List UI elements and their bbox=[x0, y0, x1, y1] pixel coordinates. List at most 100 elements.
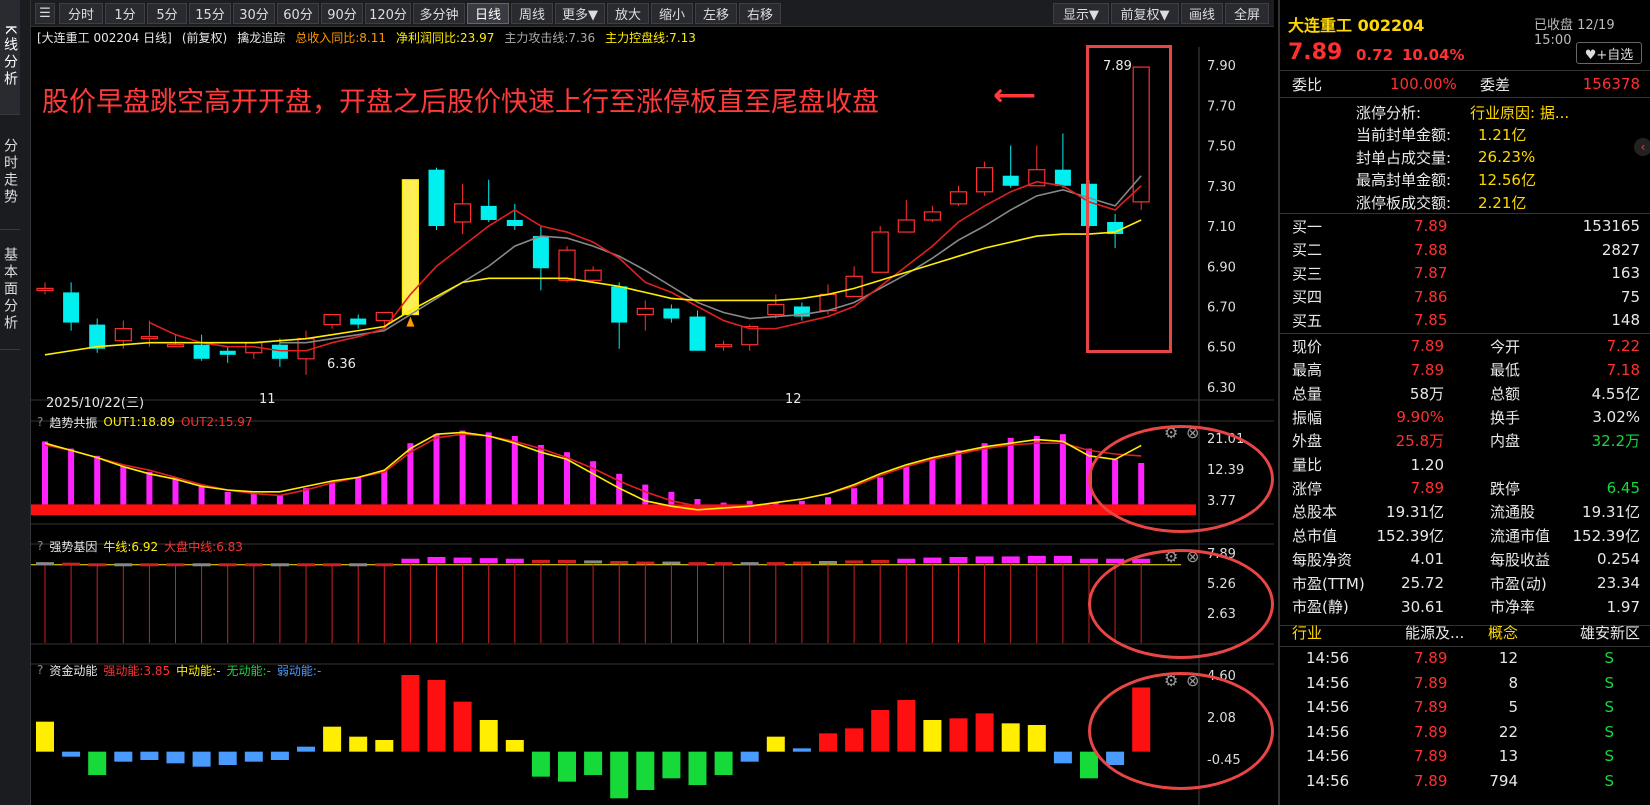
momentum-bar bbox=[375, 740, 394, 752]
stat-value: 7.89 bbox=[1410, 479, 1444, 498]
sidebar-item-kline[interactable]: K线分析 bbox=[0, 0, 20, 115]
limit-row: 最高封单金额: 12.56亿 bbox=[1280, 168, 1650, 192]
left-sidebar: K线分析 分时走势 基本面分析 bbox=[0, 0, 31, 805]
stat-row: 涨停 7.89 跌停 6.45 bbox=[1280, 476, 1650, 500]
stat-label: 涨停 bbox=[1292, 479, 1323, 498]
momentum-bar bbox=[479, 720, 498, 752]
stat-value: 32.2万 bbox=[1591, 432, 1640, 451]
panel3-name: 资金动能 bbox=[49, 663, 98, 678]
tick-side: S bbox=[1604, 673, 1614, 692]
limit-value: 2.21亿 bbox=[1478, 193, 1527, 212]
sidebar-item-intraday[interactable]: 分时走势 bbox=[0, 115, 20, 230]
btn-left[interactable]: 左移 bbox=[695, 3, 737, 24]
gene-block bbox=[62, 562, 81, 566]
help-icon[interactable]: ? bbox=[37, 663, 43, 677]
limit-row: 封单占成交量: 26.23% bbox=[1280, 145, 1650, 169]
stat-label: 市盈(静) bbox=[1292, 598, 1349, 617]
candle-body bbox=[975, 167, 994, 193]
stock-title: [大连重工 002204 日线] bbox=[37, 30, 172, 45]
adjust-mode: (前复权) bbox=[181, 30, 228, 45]
btn-fullscreen[interactable]: 全屏 bbox=[1225, 3, 1269, 24]
help-icon[interactable]: ? bbox=[37, 415, 43, 429]
btn-adjust[interactable]: 前复权▼ bbox=[1111, 3, 1179, 24]
high-price-label: 7.89 bbox=[1103, 59, 1132, 74]
sidebar-item-fundamental[interactable]: 基本面分析 bbox=[0, 230, 20, 350]
btn-1min[interactable]: 1分 bbox=[105, 3, 145, 24]
industry-value[interactable]: 能源及... bbox=[1405, 622, 1464, 643]
gene-block bbox=[323, 563, 342, 567]
btn-fenshi[interactable]: 分时 bbox=[59, 3, 103, 24]
limit-row: 当前封单金额: 1.21亿 bbox=[1280, 123, 1650, 147]
btn-zoom-out[interactable]: 缩小 bbox=[651, 3, 693, 24]
add-watchlist-button[interactable]: ♥+自选 bbox=[1576, 42, 1642, 64]
y-tick-label: 6.30 bbox=[1207, 381, 1236, 396]
momentum-bar bbox=[323, 726, 342, 752]
trend-resonance-panel bbox=[31, 430, 1196, 516]
bid-label: 买四 bbox=[1292, 288, 1323, 306]
btn-right[interactable]: 右移 bbox=[739, 3, 781, 24]
trend-bar bbox=[903, 466, 910, 505]
stat-row: 外盘 25.8万 内盘 32.2万 bbox=[1280, 429, 1650, 453]
momentum-bar bbox=[558, 751, 576, 782]
trend-bar bbox=[668, 491, 675, 505]
candle-body bbox=[767, 303, 785, 316]
collapse-arrow-icon[interactable]: ‹ bbox=[1634, 138, 1650, 156]
stat-value: 0.254 bbox=[1597, 550, 1640, 569]
limit-value: 12.56亿 bbox=[1478, 171, 1536, 189]
trade-tick-row: 14:56 7.89 13 S bbox=[1280, 744, 1650, 768]
btn-multi-min[interactable]: 多分钟 bbox=[413, 3, 465, 24]
trend-bar bbox=[981, 443, 988, 505]
trend-bar bbox=[355, 477, 362, 505]
btn-zoom-in[interactable]: 放大 bbox=[607, 3, 649, 24]
tick-side: S bbox=[1604, 698, 1614, 716]
momentum-bar bbox=[1027, 725, 1046, 752]
bid-price: 7.89 bbox=[1414, 217, 1448, 235]
bid-label: 买五 bbox=[1292, 311, 1323, 330]
y-tick-label: 6.50 bbox=[1207, 341, 1236, 356]
tick-price: 7.89 bbox=[1414, 698, 1448, 716]
trend-bar bbox=[694, 499, 701, 505]
stat-value: 3.02% bbox=[1592, 408, 1640, 427]
bid-volume: 153165 bbox=[1582, 217, 1640, 235]
trade-tick-row: 14:56 7.89 794 S bbox=[1280, 769, 1650, 793]
gene-block bbox=[949, 557, 968, 564]
btn-15min[interactable]: 15分 bbox=[189, 3, 231, 24]
date-axis-label: 2025/10/22(三) bbox=[46, 396, 145, 411]
candle-body bbox=[611, 286, 628, 323]
candle-body bbox=[375, 311, 393, 322]
weicha-value: 156378 bbox=[1582, 75, 1640, 93]
gene-block bbox=[610, 561, 629, 564]
candle-body bbox=[166, 344, 185, 348]
stat-value: 19.31亿 bbox=[1582, 503, 1640, 522]
tick-time: 14:56 bbox=[1306, 673, 1350, 692]
weibi-value: 100.00% bbox=[1390, 75, 1457, 93]
gene-block bbox=[871, 559, 890, 564]
btn-60min[interactable]: 60分 bbox=[277, 3, 319, 24]
limit-value: 行业原因: 据... bbox=[1470, 103, 1570, 122]
btn-draw[interactable]: 画线 bbox=[1181, 3, 1223, 24]
concept-value[interactable]: 雄安新区 bbox=[1580, 622, 1640, 643]
candle-body bbox=[584, 269, 602, 281]
candle-body bbox=[871, 231, 889, 273]
btn-more[interactable]: 更多▼ bbox=[555, 3, 605, 24]
btn-30min[interactable]: 30分 bbox=[233, 3, 275, 24]
btn-daily[interactable]: 日线 bbox=[467, 3, 509, 24]
help-icon[interactable]: ? bbox=[37, 539, 43, 553]
btn-5min[interactable]: 5分 bbox=[147, 3, 187, 24]
btn-display[interactable]: 显示▼ bbox=[1053, 3, 1109, 24]
momentum-bar bbox=[244, 751, 263, 762]
stat-row: 量比 1.20 bbox=[1280, 453, 1650, 477]
revenue-yoy: 总收入同比:8.11 bbox=[295, 30, 386, 45]
menu-icon[interactable]: ☰ bbox=[35, 3, 55, 24]
momentum-bar bbox=[766, 736, 785, 752]
candle-body bbox=[897, 219, 915, 233]
limit-key: 最高封单金额: bbox=[1356, 171, 1452, 189]
gene-block bbox=[140, 563, 159, 567]
candle-body bbox=[219, 350, 236, 355]
btn-90min[interactable]: 90分 bbox=[321, 3, 363, 24]
btn-120min[interactable]: 120分 bbox=[365, 3, 411, 24]
btn-weekly[interactable]: 周线 bbox=[511, 3, 553, 24]
candle-body bbox=[558, 249, 576, 281]
trend-bar bbox=[42, 441, 48, 505]
gene-block bbox=[192, 563, 211, 567]
